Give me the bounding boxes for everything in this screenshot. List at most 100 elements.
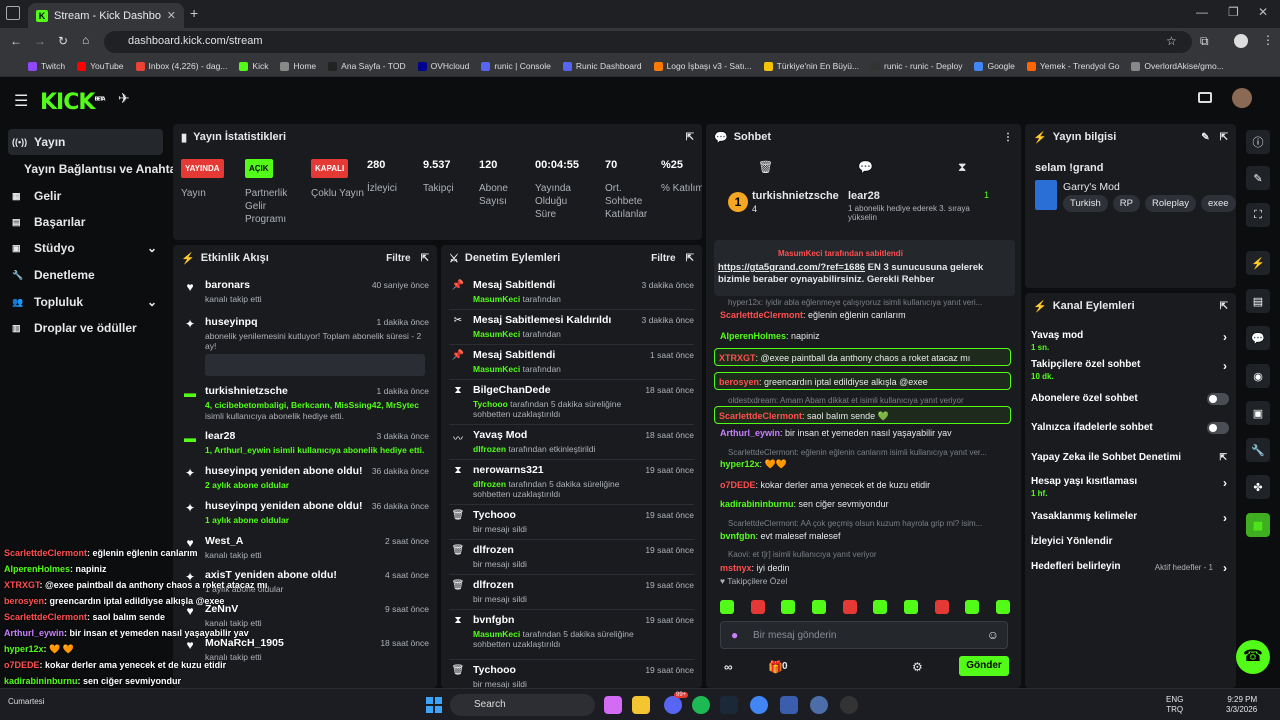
chevron-down-icon[interactable]: ⌄ (147, 295, 157, 309)
chat-settings-icon[interactable]: ⚙ (912, 660, 923, 674)
channel-action-item[interactable]: Yalnızca ifadelerle sohbet (1031, 422, 1229, 446)
popout-icon[interactable]: ⇱ (1220, 301, 1228, 312)
gift-icon[interactable]: 🎁 (768, 660, 783, 674)
filter-button[interactable]: Filtre (651, 253, 675, 264)
popout-icon[interactable]: ⇱ (1220, 132, 1228, 143)
emote-icon[interactable] (842, 600, 857, 614)
bookmark-item[interactable]: Ana Sayfa - TOD (328, 61, 406, 71)
chat-username[interactable]: o7DEDE (720, 480, 756, 490)
toggle-switch[interactable] (1207, 393, 1229, 405)
moderation-row[interactable]: 🗑 dlfrozen bir mesajı sildi 19 saat önce (441, 577, 702, 611)
emote-icon[interactable] (720, 600, 734, 614)
chat-message[interactable]: ScarlettdeClermont: eğlenin eğlenin canl… (720, 309, 1010, 321)
chat-message[interactable]: XTRXGT: @exee paintball da anthony chaos… (714, 348, 1011, 366)
chevron-down-icon[interactable]: ⌄ (147, 241, 157, 255)
clipboard-icon[interactable]: ▤ (1246, 289, 1270, 313)
minimize-icon[interactable]: — (1196, 5, 1208, 19)
discord-icon[interactable] (664, 696, 682, 714)
chat-username[interactable]: Arthurl_eywin (720, 428, 780, 438)
bookmark-item[interactable]: YouTube (77, 61, 124, 71)
send-button[interactable]: Gönder (959, 656, 1009, 676)
bookmark-item[interactable]: runic | Console (481, 61, 551, 71)
channel-action-item[interactable]: Takipçilere özel sohbet 10 dk. › (1031, 359, 1229, 383)
bookmark-item[interactable]: OverlordAkise/gmo... (1131, 61, 1224, 71)
chat-bubble-icon[interactable]: 💬 (858, 160, 873, 174)
chrome-icon[interactable] (750, 696, 768, 714)
moderator-name[interactable]: MasumKeci (473, 329, 520, 339)
activity-row[interactable]: ♥ baronars kanalı takip etti 40 saniye önce (173, 277, 437, 311)
moderator-name[interactable]: MasumKeci (473, 364, 520, 374)
bookmark-item[interactable]: Google (974, 61, 1015, 71)
game-name[interactable]: Garry's Mod (1063, 181, 1120, 193)
emote-icon[interactable] (781, 600, 796, 614)
chevron-right-icon[interactable]: › (1223, 561, 1227, 575)
wallet-icon[interactable] (1198, 92, 1212, 103)
chevron-right-icon[interactable]: › (1223, 476, 1227, 490)
home-icon[interactable]: ⌂ (82, 33, 89, 47)
close-window-icon[interactable]: ✕ (1258, 5, 1268, 19)
popout-icon[interactable]: ⇱ (686, 132, 694, 143)
reload-icon[interactable]: ↻ (58, 34, 68, 48)
browser-tab[interactable]: K Stream - Kick Dashboard ✕ (28, 3, 184, 28)
moderator-name[interactable]: Tychooo (473, 399, 508, 409)
channel-action-item[interactable]: Yapay Zeka ile Sohbet Denetimi ⇱ (1031, 452, 1229, 476)
emote-icon[interactable] (811, 600, 826, 614)
popout-icon[interactable]: ⇱ (421, 253, 429, 264)
moderation-row[interactable]: 〰 Yavaş Mod dlfrozen tarafından etkinleşti… (441, 427, 702, 461)
chat-message[interactable]: mstnyx: iyi dedin (720, 562, 1010, 574)
chevron-right-icon[interactable]: › (1223, 511, 1227, 525)
sidebar-item-6[interactable]: 👥 Topluluk ⌄ (8, 289, 163, 315)
moderation-row[interactable]: 🗑 dlfrozen bir mesajı sildi 19 saat önce (441, 542, 702, 576)
emote-icon[interactable] (750, 600, 765, 614)
bookmark-item[interactable]: Twitch (28, 61, 65, 71)
close-tab-icon[interactable]: ✕ (167, 9, 176, 22)
chat-message[interactable]: Arthurl_eywin: bir insan et yemeden nası… (720, 427, 1010, 439)
moderation-row[interactable]: ⧗ nerowarns321 dlfrozen tarafından 5 dakik… (441, 462, 702, 505)
chat-username[interactable]: XTRXGT (719, 353, 756, 363)
moderation-row[interactable]: ⧗ bvnfgbn MasumKeci tarafından 5 dakika sü… (441, 612, 702, 660)
back-icon[interactable]: ← (10, 34, 22, 48)
emote-icon[interactable] (903, 600, 918, 614)
profile-icon[interactable] (1234, 34, 1248, 48)
emote-icon[interactable] (995, 600, 1010, 614)
bolt-icon[interactable]: ⚡ (1246, 251, 1270, 275)
new-tab-icon[interactable]: + (190, 5, 198, 21)
moderator-name[interactable]: MasumKeci (473, 629, 520, 639)
pinned-message[interactable]: MasumKeci tarafından sabitlendi https://… (714, 240, 1015, 296)
hamburger-menu-icon[interactable]: ☰ (14, 91, 28, 111)
emoji-icon[interactable]: ☺ (987, 628, 999, 642)
crop-icon[interactable]: ⛶ (1246, 203, 1270, 227)
sidebar-item-5[interactable]: 🔧 Denetleme (8, 262, 163, 288)
taskbar-search[interactable]: Search (450, 694, 595, 716)
activity-row[interactable]: ♥ West_A kanalı takip etti 2 saat önce (173, 533, 437, 567)
bookmark-item[interactable]: runic - runic - Deploy (871, 61, 962, 71)
stream-tag[interactable]: RP (1112, 195, 1140, 212)
chat-icon[interactable]: 💬 (1246, 326, 1270, 350)
edit-icon[interactable]: ✎ (1246, 166, 1270, 190)
chat-username[interactable]: ScarlettdeClermont (720, 310, 803, 320)
emote-icon[interactable] (934, 600, 949, 614)
gmod-icon[interactable]: ▩ (1246, 513, 1270, 537)
moderation-row[interactable]: 🗑 Tychooo bir mesajı sildi 19 saat önce (441, 507, 702, 541)
activity-row[interactable]: ✦ huseyinpq abonelik yenilemesini kutluyor… (173, 314, 437, 376)
emote-icon[interactable] (873, 600, 888, 614)
emote-icon[interactable] (965, 600, 980, 614)
windows-start-icon[interactable] (426, 697, 442, 713)
info-icon[interactable]: ⓘ (1246, 130, 1270, 154)
bookmark-item[interactable]: OVHcloud (417, 61, 469, 71)
bookmark-item[interactable]: Yemek - Trendyol Go (1026, 61, 1119, 71)
activity-row[interactable]: ✦ huseyinpq yeniden abone oldu! 1 aylık ab… (173, 498, 437, 532)
moderation-row[interactable]: 🗑 Tychooo bir mesajı sildi 19 saat önce (441, 662, 702, 688)
kick-logo[interactable]: KICKBETA (40, 90, 106, 115)
hourglass-icon[interactable]: ⧗ (958, 160, 966, 175)
layout-icon[interactable]: ▣ (1246, 401, 1270, 425)
external-link-icon[interactable]: ⇱ (1219, 452, 1227, 463)
user-avatar[interactable] (1232, 88, 1252, 108)
channel-action-item[interactable]: Abonelere özel sohbet (1031, 393, 1229, 417)
infinity-icon[interactable]: ∞ (724, 660, 733, 674)
moderator-name[interactable]: dlfrozen (473, 444, 506, 454)
spotify-icon[interactable] (692, 696, 710, 714)
bookmark-item[interactable]: Home (280, 61, 316, 71)
moderation-row[interactable]: 📌 Mesaj Sabitlendi MasumKeci tarafından 1 s… (441, 347, 702, 381)
chat-username[interactable]: bvnfgbn (720, 531, 756, 541)
